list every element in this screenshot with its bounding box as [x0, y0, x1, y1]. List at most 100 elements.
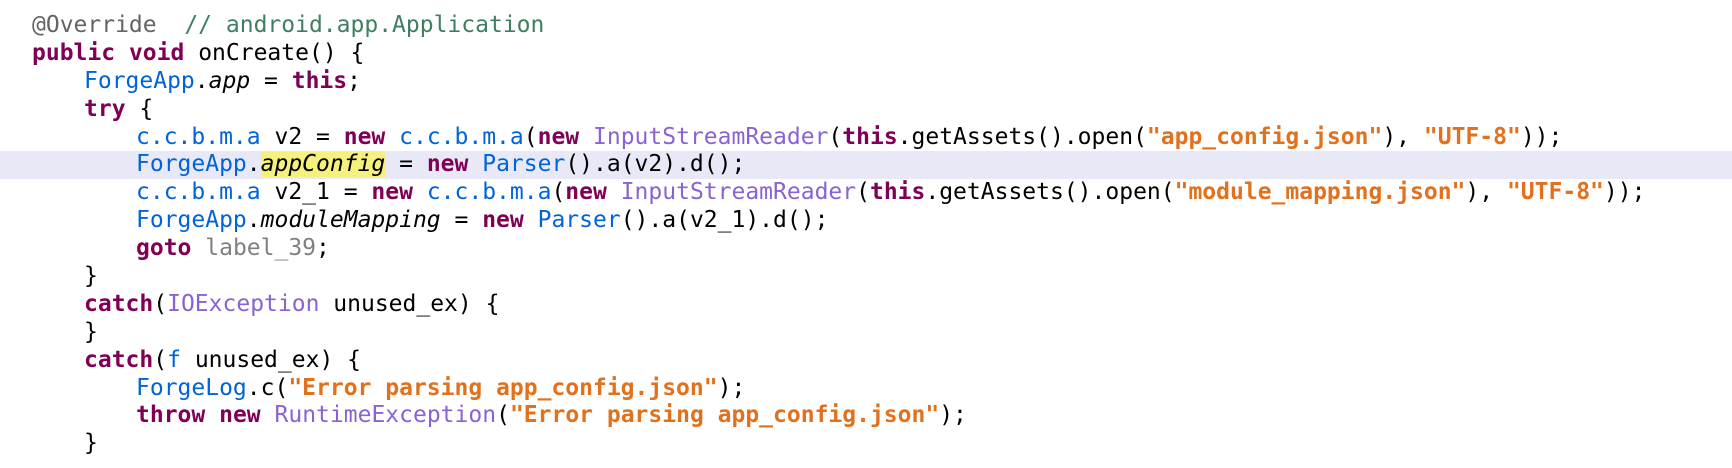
code-text: );	[717, 374, 746, 401]
code-text: ));	[1603, 179, 1646, 206]
code-line[interactable]: try {	[0, 96, 1732, 124]
keyword-token: new	[537, 123, 580, 150]
code-line[interactable]: ForgeLog.c("Error parsing app_config.jso…	[0, 375, 1732, 403]
code-text: {	[125, 95, 154, 122]
keyword-token: new	[343, 123, 386, 150]
code-text: (	[496, 402, 510, 429]
class-token: ForgeApp	[136, 151, 247, 178]
code-text: ;	[347, 67, 361, 94]
keyword-token: public	[32, 39, 116, 66]
class-token: ForgeApp	[84, 67, 195, 94]
code-text: }	[84, 263, 98, 290]
keyword-token: new	[565, 179, 607, 206]
keyword-token: goto	[136, 235, 192, 262]
code-text: ().a(v2).d();	[565, 151, 746, 178]
string-literal: "app_config.json"	[1146, 123, 1383, 150]
code-line[interactable]: goto label_39;	[0, 235, 1732, 263]
code-line-current[interactable]: ForgeApp.appConfig = new Parser().a(v2).…	[0, 151, 1732, 180]
code-line[interactable]: }	[0, 319, 1732, 347]
class-token: ForgeLog	[136, 374, 247, 401]
code-line[interactable]: ForgeApp.moduleMapping = new Parser().a(…	[0, 207, 1732, 235]
annotation-token: @Override	[32, 12, 157, 38]
code-text: .c(	[246, 374, 289, 401]
class-token: Parser	[537, 207, 621, 234]
keyword-token: catch	[84, 290, 154, 317]
field-token: moduleMapping	[260, 207, 441, 234]
code-text: );	[939, 402, 967, 429]
code-text: (	[523, 123, 538, 150]
code-line[interactable]: throw new RuntimeException("Error parsin…	[0, 402, 1732, 430]
code-text: =	[440, 207, 483, 234]
class-token: c.c.b.m.a	[426, 179, 552, 206]
code-text: unused_ex) {	[319, 290, 500, 317]
comment-token: // android.app.Application	[184, 12, 545, 38]
code-text: ),	[1465, 179, 1507, 206]
code-text: .getAssets().open(	[925, 179, 1175, 206]
code-text: .	[246, 151, 261, 178]
code-text: unused_ex) {	[180, 346, 361, 373]
keyword-token: try	[84, 95, 126, 122]
type-token: RuntimeException	[274, 402, 497, 429]
code-line[interactable]: catch(IOException unused_ex) {	[0, 291, 1732, 319]
code-text: v2_1 =	[260, 179, 372, 206]
code-text: v2 =	[260, 123, 344, 150]
class-token: Parser	[482, 151, 566, 178]
type-token: InputStreamReader	[620, 179, 857, 206]
keyword-token: new	[219, 402, 261, 429]
code-text: }	[84, 430, 98, 457]
code-text: ().a(v2_1).d();	[620, 207, 829, 234]
keyword-token: new	[482, 207, 524, 234]
string-literal: "Error parsing app_config.json"	[288, 374, 718, 401]
keyword-token: this	[842, 123, 898, 150]
code-line[interactable]: ForgeApp.app = this;	[0, 68, 1732, 96]
code-text: .getAssets().open(	[897, 123, 1147, 150]
code-text: ;	[316, 235, 330, 262]
code-text: (	[153, 290, 168, 317]
code-line[interactable]: }	[0, 430, 1732, 458]
keyword-token: this	[869, 179, 926, 206]
code-line[interactable]: public void onCreate() {	[0, 40, 1732, 68]
code-line[interactable]: }	[0, 263, 1732, 291]
code-line[interactable]: @Override // android.app.Application	[0, 12, 1732, 40]
label-token: label_39	[205, 235, 317, 262]
keyword-token: new	[371, 179, 413, 206]
class-token: f	[167, 346, 181, 373]
code-text: (	[828, 123, 843, 150]
string-literal: "UTF-8"	[1423, 123, 1521, 150]
code-line[interactable]: c.c.b.m.a v2 = new c.c.b.m.a(new InputSt…	[0, 124, 1732, 152]
keyword-token: new	[426, 151, 469, 178]
string-literal: "module_mapping.json"	[1174, 179, 1466, 206]
code-text: (	[856, 179, 870, 206]
code-editor[interactable]: @Override // android.app.Application publ…	[0, 0, 1732, 468]
string-literal: "UTF-8"	[1506, 179, 1604, 206]
code-text: ));	[1520, 123, 1563, 150]
code-text: .	[246, 207, 261, 234]
code-line[interactable]: c.c.b.m.a v2_1 = new c.c.b.m.a(new Input…	[0, 179, 1732, 207]
class-token: ForgeApp	[136, 207, 247, 234]
class-token: c.c.b.m.a	[399, 123, 524, 150]
code-line[interactable]: catch(f unused_ex) {	[0, 347, 1732, 375]
keyword-token: void	[128, 39, 185, 66]
class-token: c.c.b.m.a	[136, 123, 261, 150]
code-text: .	[194, 67, 209, 94]
field-token: app	[208, 67, 251, 94]
highlighted-field-token: appConfig	[260, 151, 386, 178]
code-text: (	[551, 179, 566, 206]
code-text: }	[84, 318, 98, 345]
type-token: InputStreamReader	[593, 123, 829, 150]
code-area[interactable]: @Override // android.app.Application publ…	[0, 12, 1732, 458]
type-token: IOException	[167, 290, 320, 317]
code-text: onCreate() {	[184, 39, 365, 66]
class-token: c.c.b.m.a	[136, 179, 261, 206]
